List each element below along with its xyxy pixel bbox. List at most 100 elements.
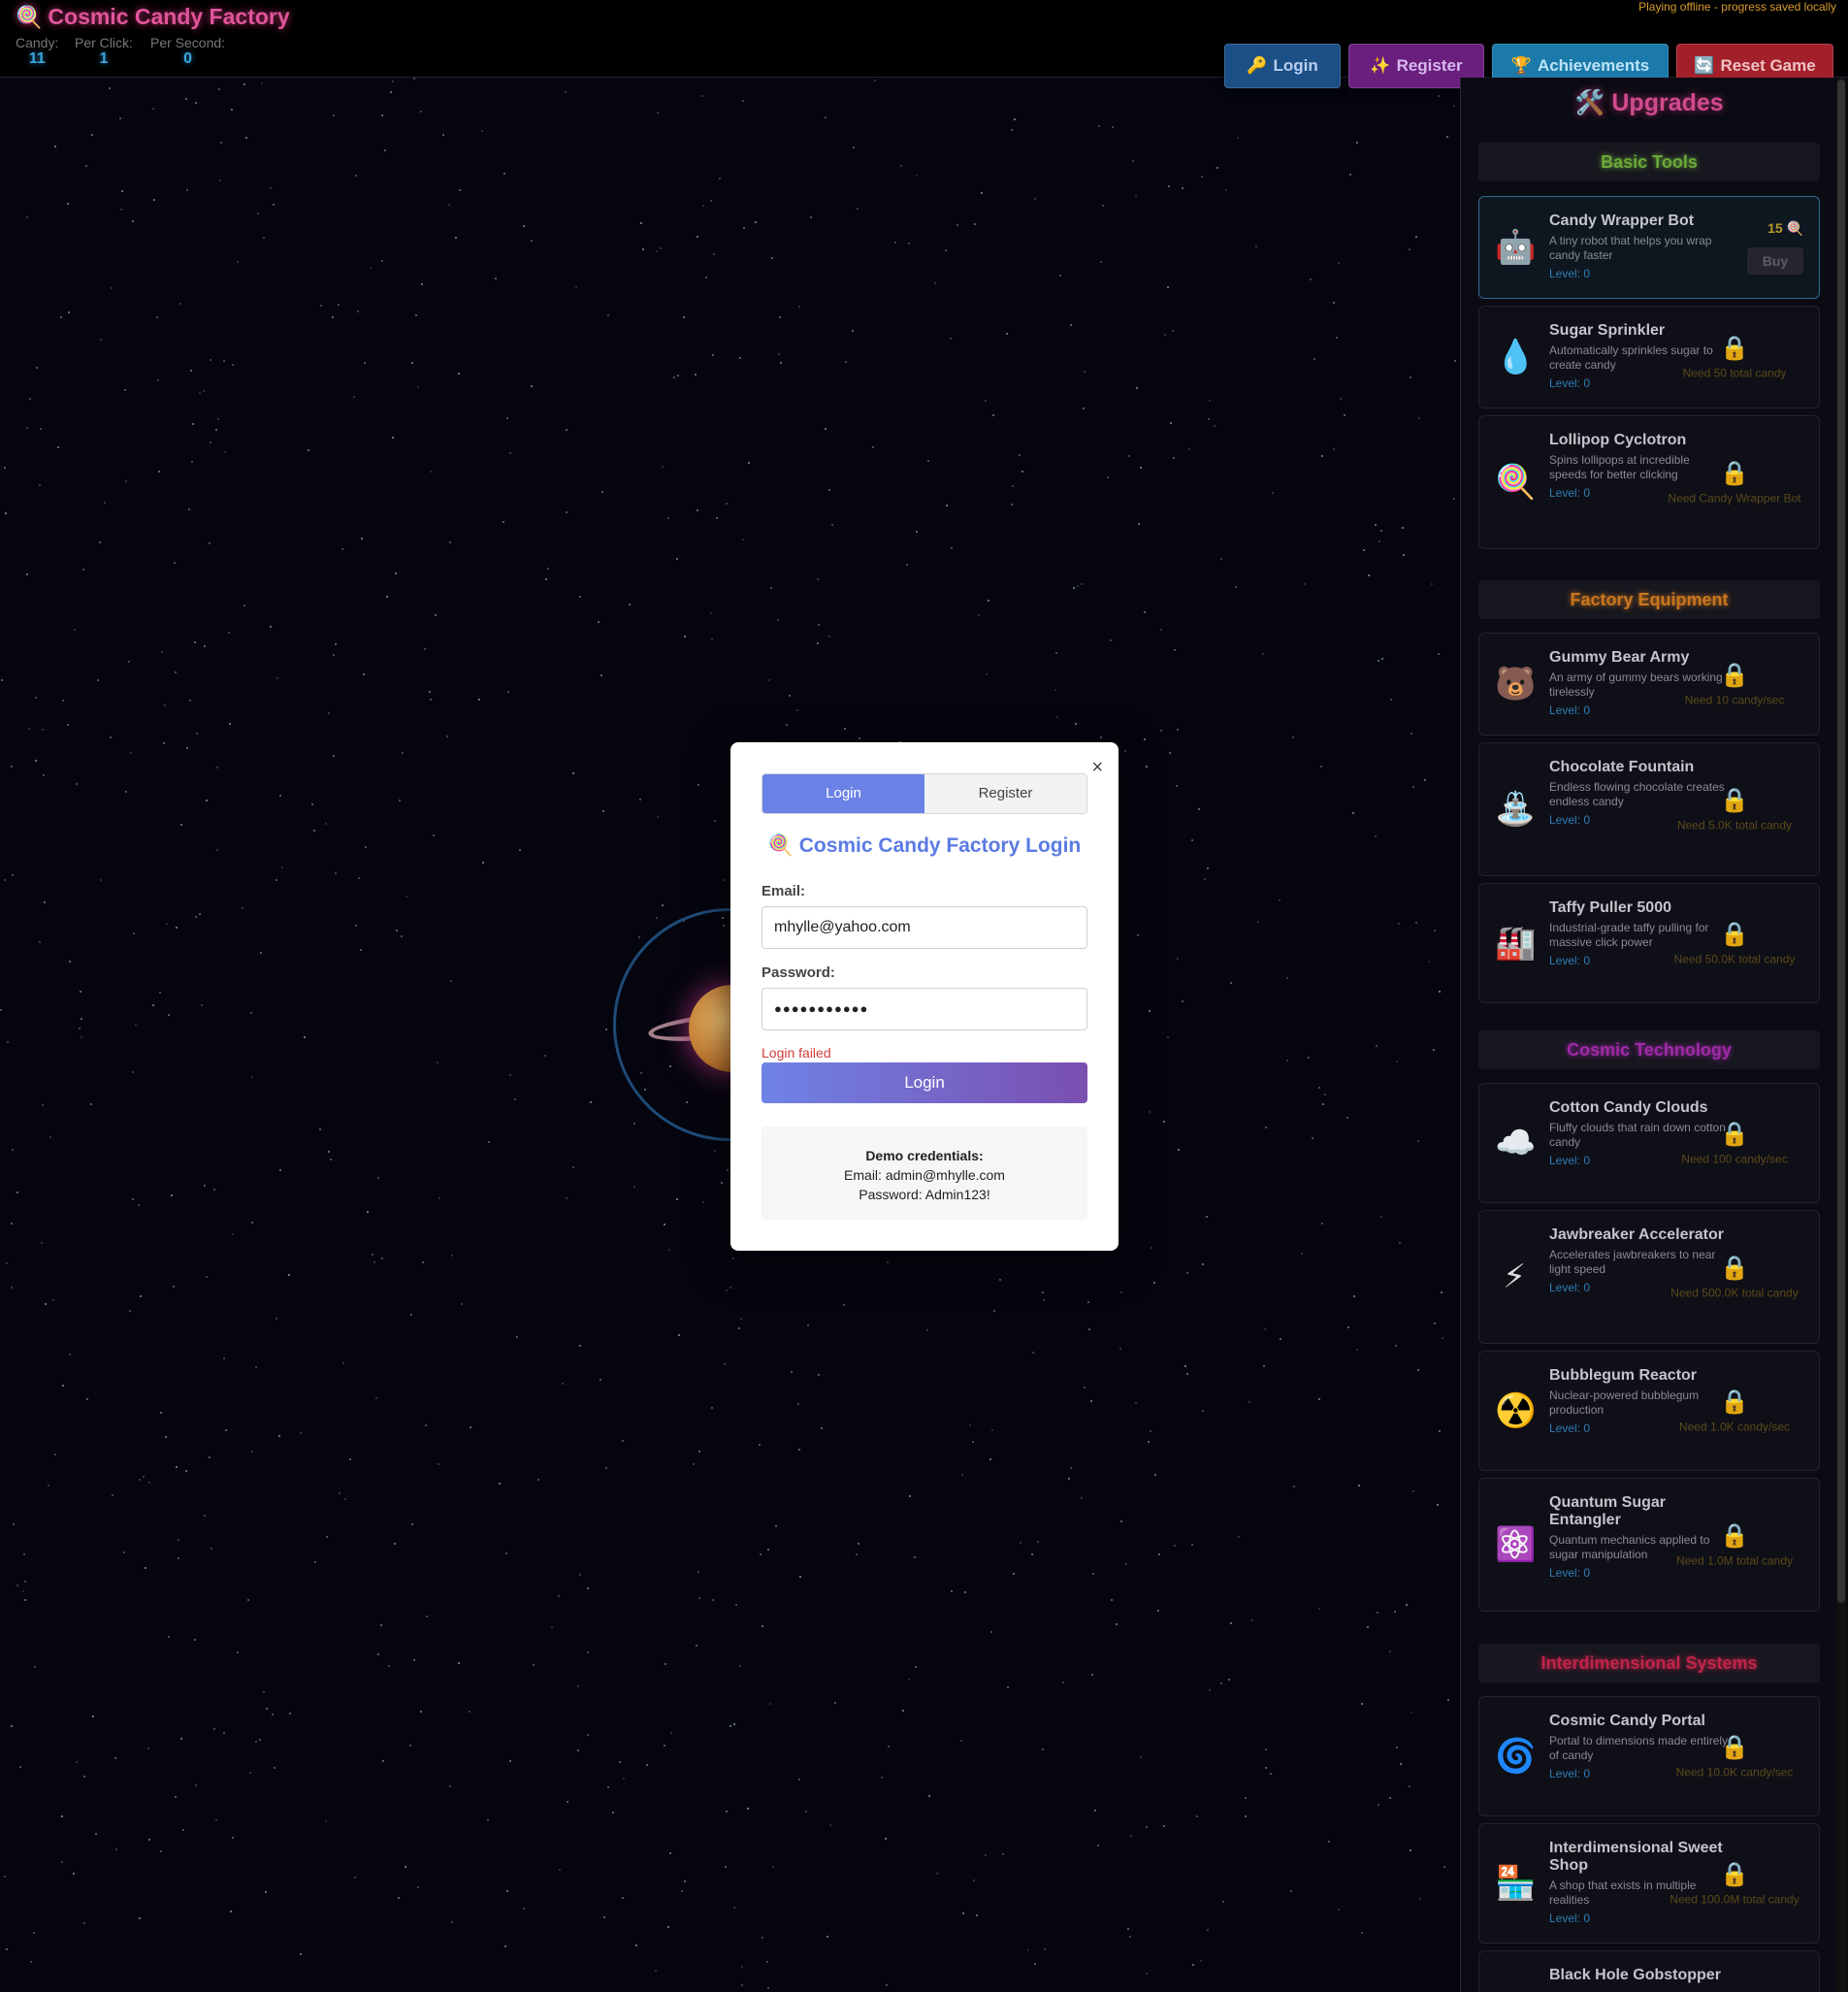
star — [432, 834, 435, 837]
buy-button[interactable]: Buy — [1747, 247, 1803, 275]
star — [711, 1598, 714, 1601]
star — [16, 1191, 19, 1193]
star — [724, 1865, 727, 1868]
upgrade-icon: ⚡ — [1503, 1258, 1526, 1295]
star — [725, 1289, 728, 1291]
star — [375, 1397, 378, 1400]
star — [1323, 1093, 1326, 1095]
upgrade-card-lollipop-cyclotron[interactable]: 🍭 Lollipop Cyclotron Spins lollipops at in… — [1478, 415, 1820, 549]
star — [797, 1403, 800, 1406]
star — [191, 460, 194, 463]
email-field[interactable] — [762, 906, 1087, 949]
category-factory-equipment: Factory Equipment — [1478, 580, 1820, 619]
star — [1399, 1242, 1402, 1245]
star — [518, 849, 521, 852]
upgrade-name: Jawbreaker Accelerator — [1549, 1226, 1724, 1243]
email-label: Email: — [762, 883, 806, 899]
star — [516, 1335, 519, 1338]
star — [281, 865, 283, 868]
star — [250, 1075, 253, 1078]
star — [991, 1429, 994, 1432]
star — [108, 87, 111, 90]
upgrade-card-candy-wrapper-bot[interactable]: 🤖 Candy Wrapper Bot A tiny robot that he… — [1478, 196, 1820, 299]
star — [684, 636, 687, 638]
star — [204, 1185, 207, 1188]
star — [1111, 126, 1114, 129]
star — [1290, 1889, 1293, 1892]
upgrade-icon: ⛲ — [1495, 791, 1537, 828]
upgrade-card-cosmic-candy-portal[interactable]: 🌀 Cosmic Candy Portal Portal to dimensions… — [1478, 1696, 1820, 1816]
star — [324, 823, 327, 826]
star — [1234, 586, 1237, 589]
star — [603, 1916, 606, 1919]
tab-login[interactable]: Login — [762, 774, 924, 813]
close-icon[interactable]: × — [1091, 758, 1103, 777]
upgrade-card-cotton-candy-clouds[interactable]: ☁️ Cotton Candy Clouds Fluffy clouds that … — [1478, 1083, 1820, 1203]
sidebar-scrollbar[interactable] — [1836, 78, 1846, 1992]
star — [741, 99, 744, 102]
category-basic-tools: Basic Tools — [1478, 143, 1820, 181]
upgrade-name: Black Hole Gobstopper — [1549, 1967, 1721, 1983]
star — [1200, 176, 1203, 179]
upgrade-card-interdimensional-sweet-shop[interactable]: 🏪 Interdimensional Sweet Shop A shop that … — [1478, 1823, 1820, 1943]
upgrade-card-jawbreaker-accelerator[interactable]: ⚡ Jawbreaker Accelerator Accelerates jawbr… — [1478, 1210, 1820, 1344]
star — [988, 599, 990, 602]
star — [829, 1823, 832, 1826]
star — [172, 1285, 175, 1288]
star — [213, 1189, 216, 1192]
star — [260, 82, 263, 85]
star — [1263, 1365, 1266, 1368]
star — [1311, 1136, 1313, 1139]
upgrade-icon: 🍭 — [1495, 464, 1537, 501]
star — [67, 723, 70, 726]
upgrade-card-black-hole-gobstopper[interactable]: Black Hole Gobstopper🔒 — [1478, 1950, 1820, 1992]
star — [410, 1523, 413, 1526]
stat-per-second-value: 0 — [183, 50, 192, 67]
login-modal: × Login Register 🍭 Cosmic Candy Factory … — [730, 742, 1119, 1251]
upgrade-card-taffy-puller-5000[interactable]: 🏭 Taffy Puller 5000 Industrial-grade taffy… — [1478, 883, 1820, 1003]
star — [977, 614, 980, 617]
tab-register[interactable]: Register — [924, 774, 1086, 813]
star — [579, 1573, 582, 1576]
password-field[interactable]: ●●●●●●●●●●● — [762, 988, 1087, 1030]
star — [1135, 1402, 1138, 1405]
star — [1127, 1927, 1130, 1930]
star — [778, 316, 781, 319]
star — [985, 1853, 988, 1856]
star — [457, 1661, 460, 1664]
upgrade-icon: 🏭 — [1495, 925, 1537, 962]
upgrade-card-gummy-bear-army[interactable]: 🐻 Gummy Bear Army An army of gummy bears w… — [1478, 633, 1820, 735]
star — [419, 1711, 422, 1714]
star — [1376, 1612, 1378, 1615]
star — [1198, 808, 1201, 811]
star — [759, 1552, 762, 1555]
star — [619, 1761, 622, 1764]
login-button[interactable]: 🔑 Login — [1224, 44, 1341, 88]
star — [144, 1566, 146, 1569]
star — [208, 541, 211, 544]
star — [1320, 454, 1323, 457]
star — [1427, 961, 1430, 963]
star — [1409, 248, 1411, 251]
star — [217, 88, 220, 91]
upgrade-card-quantum-sugar-entangler[interactable]: ⚛️ Quantum Sugar Entangler Quantum mechani… — [1478, 1478, 1820, 1612]
lock-requirement: 🔒 Need 10.0K candy/sec — [1662, 1734, 1807, 1780]
upgrade-card-chocolate-fountain[interactable]: ⛲ Chocolate Fountain Endless flowing choco… — [1478, 742, 1820, 876]
star — [575, 286, 578, 289]
star — [220, 142, 223, 145]
scrollbar-thumb[interactable] — [1837, 80, 1845, 1603]
upgrade-card-sugar-sprinkler[interactable]: 💧 Sugar Sprinkler Automatically sprinkles … — [1478, 306, 1820, 408]
star — [1244, 1815, 1247, 1818]
star — [80, 1035, 82, 1038]
star — [1409, 1785, 1411, 1788]
star — [242, 907, 244, 910]
star — [1026, 1948, 1029, 1951]
star — [164, 1435, 167, 1438]
star — [558, 1869, 561, 1872]
upgrade-icon: ⚛️ — [1495, 1526, 1537, 1563]
star — [1419, 1898, 1422, 1901]
login-submit-button[interactable]: Login — [762, 1062, 1087, 1103]
upgrade-card-bubblegum-reactor[interactable]: ☢️ Bubblegum Reactor Nuclear-powered bubbl… — [1478, 1351, 1820, 1471]
star — [28, 398, 31, 401]
star — [92, 1714, 95, 1717]
